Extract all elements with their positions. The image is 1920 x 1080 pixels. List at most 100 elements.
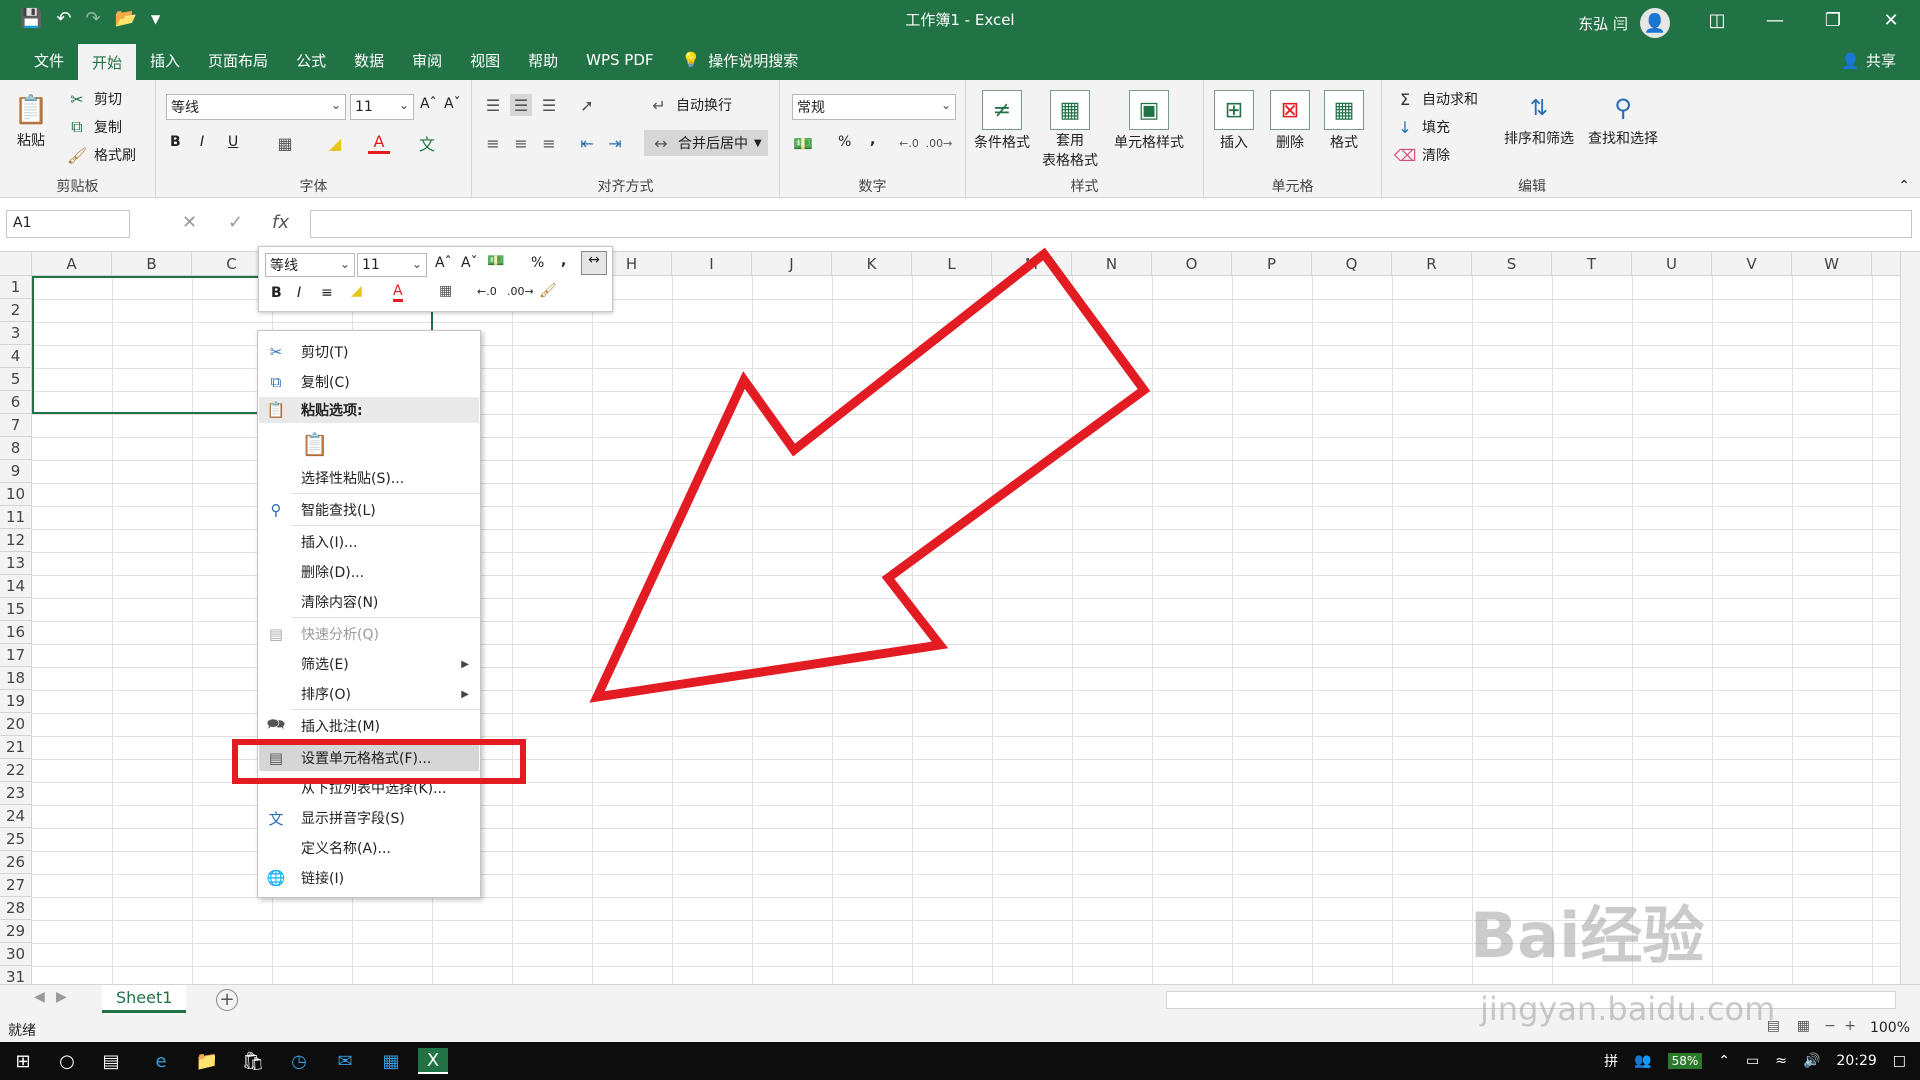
- battery-icon[interactable]: ▭: [1746, 1053, 1759, 1069]
- volume-icon[interactable]: 🔊: [1803, 1053, 1820, 1069]
- menu-quick-analysis-label: 快速分析(Q): [301, 627, 379, 643]
- mini-percent-button[interactable]: %: [531, 255, 544, 271]
- menu-link-label: 链接(I): [301, 871, 345, 887]
- cortana-icon[interactable]: ○: [52, 1048, 82, 1074]
- mini-decrease-decimal-icon[interactable]: .00→: [507, 285, 534, 298]
- search-icon: ⚲: [270, 501, 282, 519]
- notification-icon[interactable]: □: [1893, 1053, 1906, 1069]
- quick-analysis-icon: ▤: [268, 625, 284, 643]
- clipboard-icon: 📋: [266, 401, 286, 419]
- store-icon[interactable]: 🛍: [238, 1048, 268, 1074]
- windows-start-icon[interactable]: ⊞: [8, 1048, 38, 1074]
- menu-paste-options-header: 📋 粘贴选项:: [259, 397, 479, 423]
- excel-taskbar-icon[interactable]: X: [418, 1048, 448, 1074]
- menu-separator: [292, 525, 480, 526]
- sheet-tab-sheet1[interactable]: Sheet1: [102, 985, 187, 1013]
- mini-fill-color-icon[interactable]: ◢: [351, 283, 362, 299]
- mini-borders-icon[interactable]: ▦: [439, 283, 452, 299]
- mini-merge-icon[interactable]: ↔: [581, 251, 607, 275]
- menu-quick-analysis: ▤ 快速分析(Q): [259, 621, 479, 647]
- menu-copy-label: 复制(C): [301, 375, 350, 391]
- mini-font-select[interactable]: 等线 ⌄: [265, 253, 355, 277]
- mini-font-color-icon[interactable]: A: [393, 283, 403, 302]
- zoom-in-icon[interactable]: +: [1844, 1018, 1856, 1034]
- mini-accounting-icon[interactable]: 💵: [487, 253, 504, 269]
- mini-center-align-icon[interactable]: ≡: [321, 285, 333, 301]
- wifi-icon[interactable]: ≈: [1775, 1053, 1787, 1069]
- comment-icon: 🗪: [266, 714, 286, 733]
- chevron-down-icon: ⌄: [339, 257, 350, 271]
- menu-sort[interactable]: 排序(O) ▶: [259, 681, 479, 707]
- mini-size-select[interactable]: 11 ⌄: [357, 253, 427, 277]
- baidu-watermark-url: jingyan.baidu.com: [1480, 990, 1776, 1028]
- menu-link[interactable]: 🌐 链接(I): [259, 865, 479, 891]
- mini-size-value: 11: [362, 257, 380, 273]
- menu-paste-default[interactable]: 📋: [259, 427, 479, 463]
- menu-define-name-label: 定义名称(A)...: [301, 841, 391, 857]
- phonetic-icon: 文: [268, 809, 284, 828]
- menu-define-name[interactable]: 定义名称(A)...: [259, 835, 479, 861]
- mini-grow-font-button[interactable]: Aˆ: [435, 255, 452, 271]
- chevron-up-icon[interactable]: ⌃: [1718, 1053, 1730, 1069]
- battery-indicator[interactable]: 58%: [1667, 1053, 1703, 1069]
- menu-insert-comment[interactable]: 🗪 插入批注(M): [259, 713, 479, 739]
- menu-paste-special[interactable]: 选择性粘贴(S)...: [259, 465, 479, 491]
- submenu-arrow-icon: ▶: [461, 658, 469, 670]
- menu-insert-label: 插入(I)...: [301, 535, 358, 551]
- menu-delete-label: 删除(D)...: [301, 565, 365, 581]
- menu-smart-lookup[interactable]: ⚲ 智能查找(L): [259, 497, 479, 523]
- ime-indicator[interactable]: 拼: [1604, 1051, 1618, 1071]
- paste-icon: 📋: [301, 432, 329, 458]
- context-menu: ✂ 剪切(T) ⧉ 复制(C) 📋 粘贴选项: 📋 选择性粘贴(S)... ⚲ 智能查找…: [257, 330, 481, 898]
- link-icon: 🌐: [266, 869, 286, 887]
- prev-sheet-icon[interactable]: ◀: [34, 989, 45, 1005]
- mail-icon[interactable]: ✉: [330, 1048, 360, 1074]
- menu-sort-label: 排序(O): [301, 687, 351, 703]
- mini-bold-button[interactable]: B: [271, 285, 282, 301]
- mini-shrink-font-button[interactable]: Aˇ: [461, 255, 478, 271]
- mini-italic-button[interactable]: I: [297, 285, 301, 301]
- mini-comma-button[interactable]: ,: [561, 253, 566, 269]
- next-sheet-icon[interactable]: ▶: [56, 989, 67, 1005]
- menu-paste-options-label: 粘贴选项:: [301, 403, 363, 419]
- task-view-icon[interactable]: ▤: [96, 1048, 126, 1074]
- menu-separator: [292, 709, 480, 710]
- menu-filter-label: 筛选(E): [301, 657, 349, 673]
- menu-insert-comment-label: 插入批注(M): [301, 719, 381, 735]
- status-text: 就绪: [8, 1023, 36, 1039]
- menu-delete[interactable]: 删除(D)...: [259, 559, 479, 585]
- menu-filter[interactable]: 筛选(E) ▶: [259, 651, 479, 677]
- system-tray: 拼 👥 58% ⌃ ▭ ≈ 🔊 20:29 □: [1604, 1042, 1920, 1080]
- clock-time[interactable]: 20:29: [1836, 1053, 1876, 1069]
- highlight-box: [232, 739, 526, 784]
- submenu-arrow-icon: ▶: [461, 688, 469, 700]
- menu-smart-lookup-label: 智能查找(L): [301, 503, 376, 519]
- mini-toolbar: 等线 ⌄ 11 ⌄ Aˆ Aˇ 💵 % , ↔ B I ≡ ◢ A ▦ ←.0 .0…: [258, 246, 613, 312]
- clock-app-icon[interactable]: ◷: [284, 1048, 314, 1074]
- menu-copy[interactable]: ⧉ 复制(C): [259, 369, 479, 395]
- people-icon[interactable]: 👥: [1634, 1053, 1651, 1069]
- arrow-shape: [589, 247, 1151, 703]
- app-icon[interactable]: ▦: [376, 1048, 406, 1074]
- menu-phonetic[interactable]: 文 显示拼音字段(S): [259, 805, 479, 831]
- zoom-out-icon[interactable]: −: [1824, 1018, 1836, 1034]
- mini-increase-decimal-icon[interactable]: ←.0: [477, 285, 497, 298]
- copy-icon: ⧉: [270, 373, 282, 391]
- chevron-down-icon: ⌄: [411, 257, 422, 271]
- menu-cut[interactable]: ✂ 剪切(T): [259, 339, 479, 365]
- menu-separator: [292, 617, 480, 618]
- edge-icon[interactable]: e: [146, 1048, 176, 1074]
- menu-insert[interactable]: 插入(I)...: [259, 529, 479, 555]
- baidu-watermark: Bai经验: [1470, 899, 1705, 972]
- add-sheet-button[interactable]: +: [216, 989, 238, 1011]
- page-break-view-icon[interactable]: ▦: [1797, 1018, 1810, 1034]
- mini-format-painter-icon[interactable]: 🖌: [539, 283, 557, 299]
- menu-phonetic-label: 显示拼音字段(S): [301, 811, 405, 827]
- windows-taskbar: ⊞ ○ ▤ e 📁 🛍 ◷ ✉ ▦ X 拼 👥 58% ⌃ ▭ ≈ 🔊 20:2…: [0, 1042, 1920, 1080]
- menu-separator: [292, 493, 480, 494]
- file-explorer-icon[interactable]: 📁: [192, 1048, 222, 1074]
- zoom-level[interactable]: 100%: [1870, 1020, 1910, 1036]
- mini-font-value: 等线: [270, 258, 298, 274]
- menu-clear-contents[interactable]: 清除内容(N): [259, 589, 479, 615]
- menu-cut-label: 剪切(T): [301, 345, 349, 361]
